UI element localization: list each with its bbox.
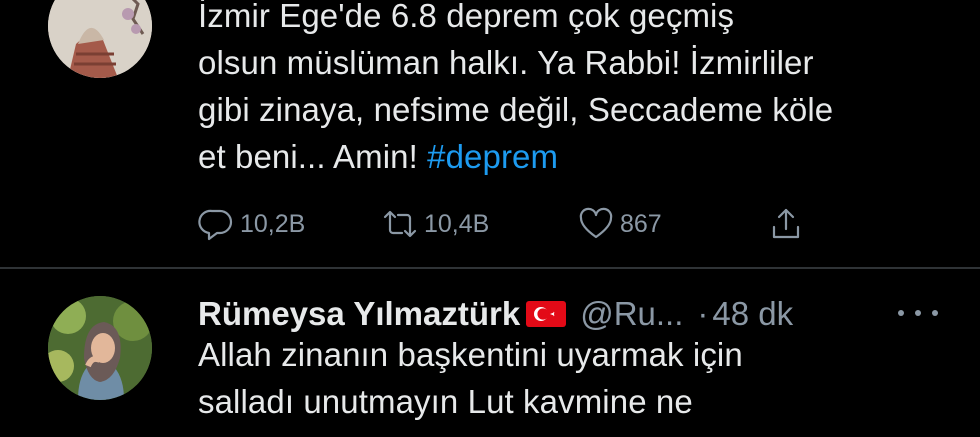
display-name[interactable]: Rümeysa Yılmaztürk bbox=[198, 295, 520, 333]
tweet-text: İzmir Ege'de 6.8 deprem çok geçmiş olsun… bbox=[198, 0, 938, 180]
tweet-text-line: salladı unutmayın Lut kavmine ne bbox=[198, 383, 693, 420]
tweet[interactable]: İzmir Ege'de 6.8 deprem çok geçmiş olsun… bbox=[0, 0, 980, 268]
turkey-flag-icon bbox=[526, 301, 567, 327]
timestamp[interactable]: 48 dk bbox=[712, 295, 793, 333]
tweet-text-line: gibi zinaya, nefsime değil, Seccademe kö… bbox=[198, 91, 834, 128]
reply-button[interactable]: 10,2B bbox=[198, 202, 305, 246]
tweet-text-line: İzmir Ege'de 6.8 deprem çok geçmiş bbox=[198, 0, 735, 34]
hashtag-link[interactable]: #deprem bbox=[427, 138, 558, 175]
user-handle[interactable]: @Ru... bbox=[580, 295, 683, 333]
more-options-icon[interactable] bbox=[898, 298, 938, 328]
like-button[interactable]: 867 bbox=[578, 202, 662, 246]
heart-icon bbox=[579, 207, 613, 239]
reply-icon bbox=[198, 209, 233, 241]
tweet-text-line: olsun müslüman halkı. Ya Rabbi! İzmirlil… bbox=[198, 44, 814, 81]
tweet-text: Allah zinanın başkentini uyarmak için sa… bbox=[198, 331, 938, 425]
avatar[interactable] bbox=[48, 0, 152, 78]
retweet-icon bbox=[383, 210, 417, 238]
like-count: 867 bbox=[620, 209, 662, 238]
retweet-count: 10,4B bbox=[424, 209, 490, 238]
share-button[interactable] bbox=[768, 202, 804, 246]
separator-dot: · bbox=[697, 295, 709, 332]
reply-count: 10,2B bbox=[240, 209, 306, 238]
share-icon bbox=[772, 208, 800, 239]
tweet-text-segment: et beni... Amin! bbox=[198, 138, 428, 175]
tweet-actions: 10,2B 10,4B 867 bbox=[198, 202, 838, 246]
retweet-button[interactable]: 10,4B bbox=[382, 202, 489, 246]
avatar[interactable] bbox=[48, 296, 152, 400]
tweet-text-line: et beni... Amin! #deprem bbox=[198, 133, 938, 180]
tweet[interactable]: Rümeysa Yılmaztürk @Ru... · 48 dk Allah … bbox=[0, 268, 980, 437]
tweet-text-line: Allah zinanın başkentini uyarmak için bbox=[198, 336, 743, 373]
